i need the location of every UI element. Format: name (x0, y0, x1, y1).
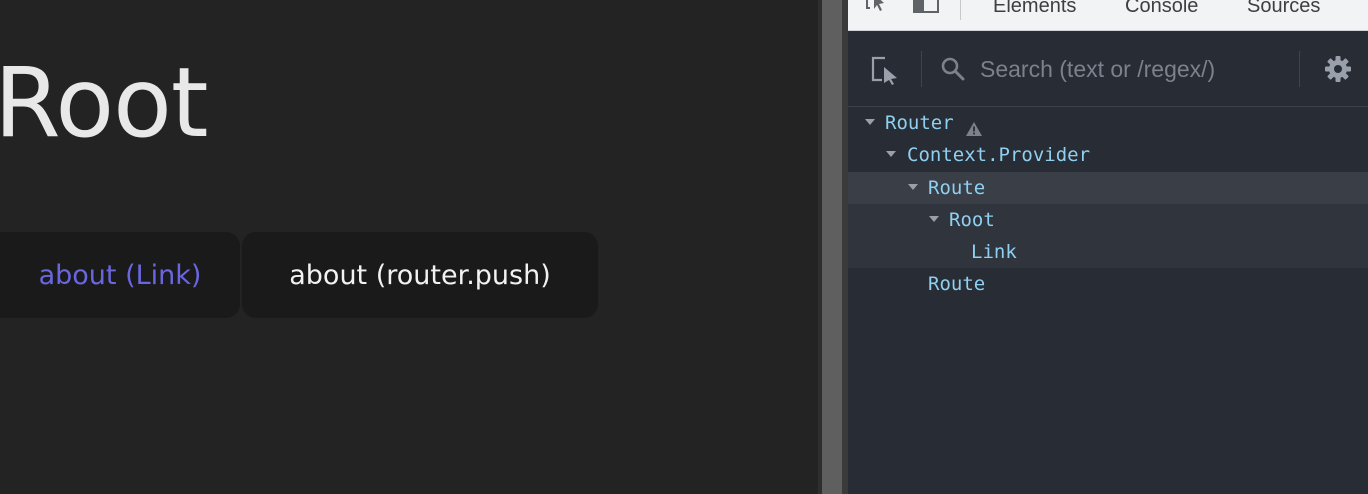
tree-node-root[interactable]: Root (848, 204, 1368, 236)
tab-elements[interactable]: Elements (993, 0, 1076, 19)
tab-separator (960, 0, 961, 20)
components-toolbar (848, 31, 1368, 107)
devtools-panel: Elements Console Sources Search (text or… (848, 0, 1368, 494)
select-element-icon[interactable] (870, 55, 900, 85)
about-router-push-button[interactable]: about (router.push) (242, 232, 598, 318)
caret-down-icon[interactable] (908, 184, 918, 190)
splitter-handle[interactable] (822, 0, 842, 494)
page-title: Root (0, 47, 208, 159)
caret-down-icon[interactable] (886, 151, 896, 157)
tree-node-label: Root (949, 209, 995, 231)
about-link-button[interactable]: about (Link) (0, 232, 240, 318)
search-icon (940, 56, 966, 82)
search-input[interactable] (974, 49, 1274, 89)
toolbar-separator (921, 51, 922, 87)
app-viewport: Root about (Link) about (router.push) (0, 0, 818, 494)
tree-node-label: Context.Provider (907, 144, 1091, 166)
toolbar-separator (1299, 51, 1300, 87)
caret-down-icon[interactable] (865, 119, 875, 125)
tree-node-route[interactable]: Route (848, 268, 1368, 300)
tab-sources[interactable]: Sources (1247, 0, 1320, 19)
tree-node-label: Link (971, 241, 1017, 263)
caret-down-icon[interactable] (929, 216, 939, 222)
panel-splitter[interactable] (818, 0, 848, 494)
tree-node-label: Route (928, 273, 986, 295)
tree-node-label: Router (885, 112, 954, 134)
device-toggle-icon[interactable] (912, 0, 940, 18)
tab-console[interactable]: Console (1125, 0, 1198, 19)
tree-node-label: Route (928, 177, 986, 199)
devtools-tab-bar: Elements Console Sources (848, 0, 1368, 31)
tree-node-context-provider[interactable]: Context.Provider (848, 139, 1368, 171)
tree-node-router[interactable]: Router (848, 107, 1368, 139)
component-tree: Router Context.Provider Route Root Link (848, 107, 1368, 494)
tree-node-link[interactable]: Link (848, 236, 1368, 268)
cursor-select-icon[interactable] (864, 0, 892, 18)
tree-node-route-selected[interactable]: Route (848, 172, 1368, 204)
gear-icon[interactable] (1324, 55, 1352, 83)
warning-icon (965, 115, 983, 136)
